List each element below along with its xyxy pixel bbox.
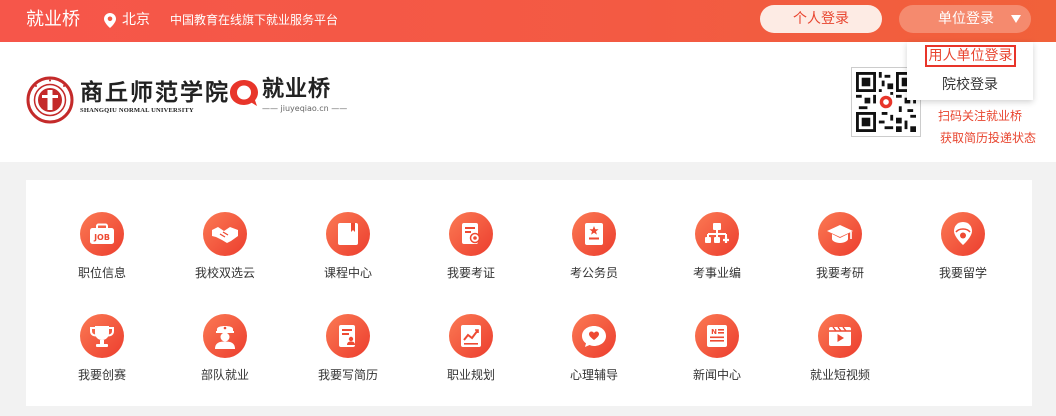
caret-down-icon bbox=[1011, 15, 1021, 23]
feature-label: 我要写简历 bbox=[317, 368, 378, 382]
feature-tile-short-video[interactable]: 就业短视频 bbox=[795, 314, 885, 383]
feature-label: 我要创赛 bbox=[77, 368, 126, 382]
feature-label: 心理辅导 bbox=[569, 368, 618, 382]
soldier-icon bbox=[203, 314, 247, 358]
feature-tile-study-abroad[interactable]: 我要留学 bbox=[918, 212, 1008, 281]
platform-domain: —— jiuyeqiao.cn —— bbox=[262, 104, 348, 113]
employer-login-option[interactable]: 用人单位登录 bbox=[925, 45, 1016, 67]
feature-tile-postgraduate[interactable]: 我要考研 bbox=[795, 212, 885, 281]
school-name-cn: 商丘师范学院 bbox=[80, 79, 230, 106]
location-label: 北京 bbox=[122, 12, 150, 28]
feature-label: 职位信息 bbox=[77, 266, 126, 280]
feature-label: 课程中心 bbox=[323, 266, 372, 280]
feature-label: 新闻中心 bbox=[692, 368, 741, 382]
location-pin-icon bbox=[104, 12, 116, 28]
civil-service-icon bbox=[572, 212, 616, 256]
feature-label: 考事业编 bbox=[692, 266, 741, 280]
feature-tile-course-center[interactable]: 课程中心 bbox=[303, 212, 393, 281]
top-bar: 就业桥 北京 中国教育在线旗下就业服务平台 个人登录 单位登录 bbox=[0, 0, 1056, 42]
feature-tile-counseling[interactable]: 心理辅导 bbox=[549, 314, 639, 383]
platform-name-cn: 就业桥 bbox=[262, 77, 332, 102]
feature-tile-resume[interactable]: 我要写简历 bbox=[303, 314, 393, 383]
trend-chart-icon bbox=[449, 314, 493, 358]
feature-tile-career-planning[interactable]: 职业规划 bbox=[426, 314, 516, 383]
jiuyeqiao-logo-icon bbox=[230, 80, 258, 106]
video-icon bbox=[818, 314, 862, 358]
handshake-icon bbox=[203, 212, 247, 256]
feature-tile-school-fair[interactable]: 我校双选云 bbox=[180, 212, 270, 281]
job-icon: JOB bbox=[80, 212, 124, 256]
feature-label: 就业短视频 bbox=[809, 368, 870, 382]
unit-login-button[interactable]: 单位登录 bbox=[899, 5, 1031, 33]
feature-tile-job-info[interactable]: JOB 职位信息 bbox=[57, 212, 147, 281]
feature-tile-competition[interactable]: 我要创赛 bbox=[57, 314, 147, 383]
svg-text:JOB: JOB bbox=[93, 233, 110, 242]
certificate-icon bbox=[449, 212, 493, 256]
feature-label: 我要留学 bbox=[938, 266, 987, 280]
feature-tile-news[interactable]: N 新闻中心 bbox=[672, 314, 762, 383]
feature-label: 我要考证 bbox=[446, 266, 495, 280]
graduation-cap-icon bbox=[818, 212, 862, 256]
school-emblem-icon bbox=[26, 76, 74, 124]
site-slogan: 中国教育在线旗下就业服务平台 bbox=[170, 13, 339, 27]
book-icon bbox=[326, 212, 370, 256]
school-login-option[interactable]: 院校登录 bbox=[907, 74, 1033, 96]
news-icon: N bbox=[695, 314, 739, 358]
heart-chat-icon bbox=[572, 314, 616, 358]
location-selector[interactable]: 北京 bbox=[104, 9, 150, 31]
feature-label: 考公务员 bbox=[569, 266, 618, 280]
resume-icon bbox=[326, 314, 370, 358]
school-name-en: SHANGQIU NORMAL UNIVERSITY bbox=[80, 107, 194, 114]
unit-login-label: 单位登录 bbox=[938, 11, 994, 27]
svg-text:N: N bbox=[711, 328, 717, 336]
school-name: 商丘师范学院 SHANGQIU NORMAL UNIVERSITY bbox=[80, 80, 230, 116]
trophy-icon bbox=[80, 314, 124, 358]
personal-login-button[interactable]: 个人登录 bbox=[760, 5, 882, 33]
qr-caption: 获取简历投递状态 bbox=[940, 131, 1037, 145]
header: 商丘师范学院 SHANGQIU NORMAL UNIVERSITY 就业桥 ——… bbox=[0, 42, 1056, 162]
feature-label: 部队就业 bbox=[200, 368, 249, 382]
qr-hidden-caption: 扫码关注就业桥 bbox=[938, 109, 1023, 123]
globe-pin-icon bbox=[941, 212, 985, 256]
feature-tile-certificate[interactable]: 我要考证 bbox=[426, 212, 516, 281]
site-brand[interactable]: 就业桥 bbox=[26, 8, 80, 32]
feature-tile-public-institution[interactable]: 考事业编 bbox=[672, 212, 762, 281]
platform-name: 就业桥 —— jiuyeqiao.cn —— bbox=[262, 76, 347, 114]
feature-label: 我要考研 bbox=[815, 266, 864, 280]
feature-tile-civil-service[interactable]: 考公务员 bbox=[549, 212, 639, 281]
org-chart-icon bbox=[695, 212, 739, 256]
unit-login-dropdown: 用人单位登录 院校登录 bbox=[907, 42, 1033, 100]
feature-label: 职业规划 bbox=[446, 368, 495, 382]
feature-grid: JOB 职位信息 我校双选云 课程中心 我要考证 考公务员 考事业编 我要考研 … bbox=[26, 180, 1032, 406]
feature-label: 我校双选云 bbox=[194, 266, 255, 280]
feature-tile-military[interactable]: 部队就业 bbox=[180, 314, 270, 383]
